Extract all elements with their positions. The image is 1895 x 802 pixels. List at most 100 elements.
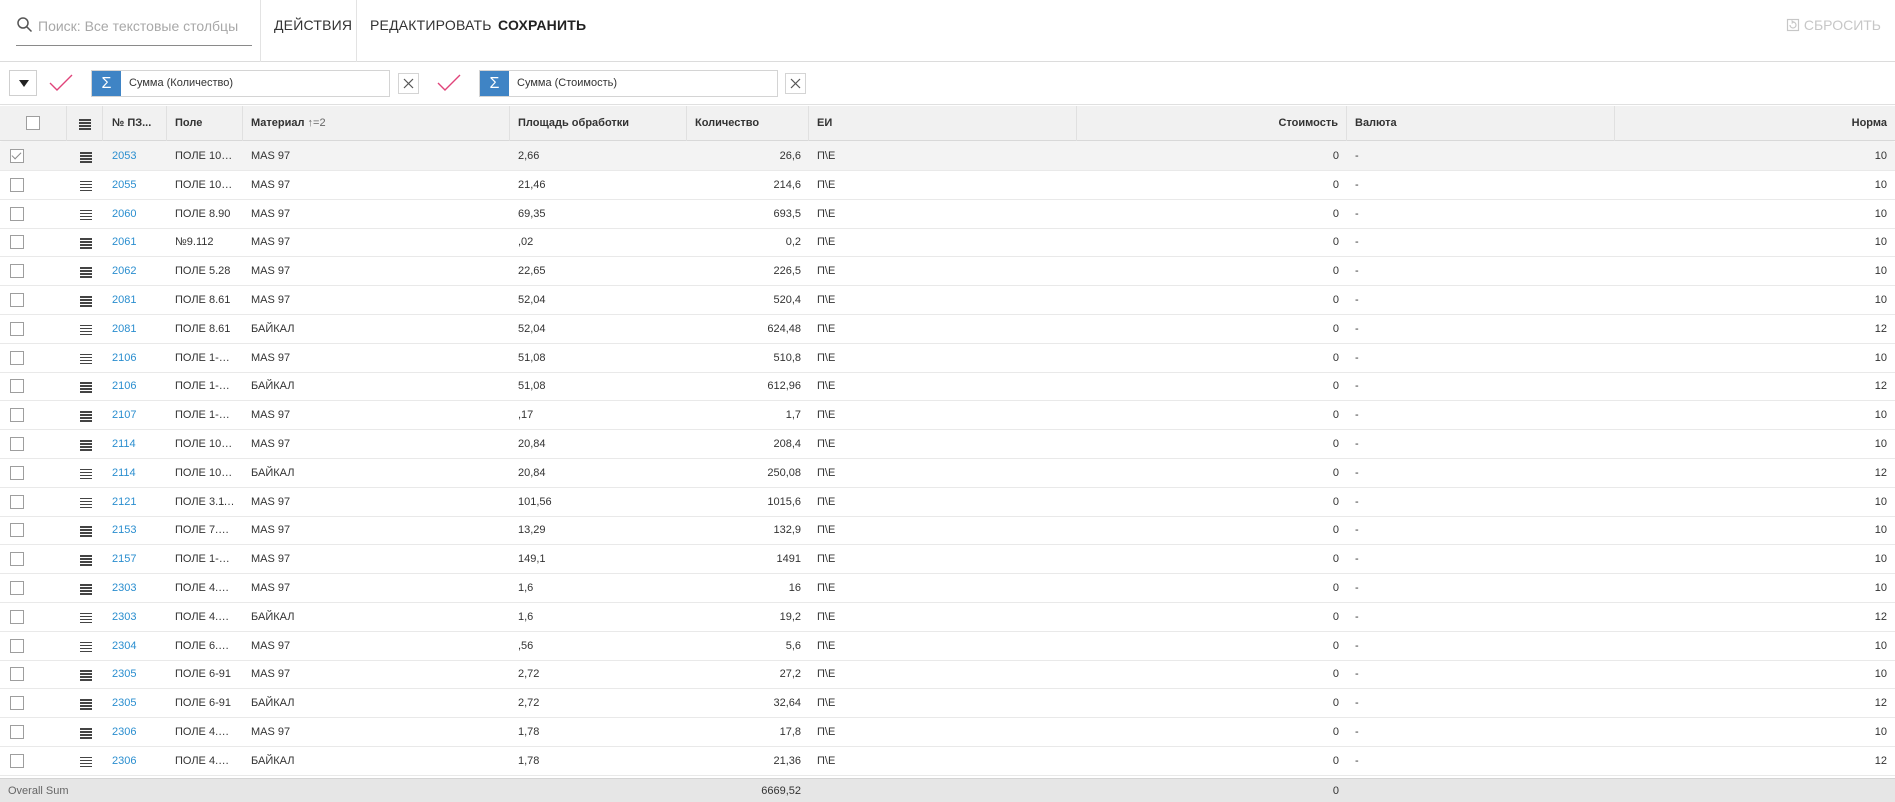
column-header-qty[interactable]: Количество bbox=[687, 106, 809, 141]
cell-num[interactable]: 2062 bbox=[104, 257, 167, 286]
row-checkbox[interactable] bbox=[10, 552, 24, 567]
row-checkbox[interactable] bbox=[10, 696, 24, 711]
column-header-cost[interactable]: Стоимость bbox=[1077, 106, 1347, 141]
table-row[interactable]: 2305 ПОЛЕ 6-91 БАЙКАЛ 2,72 32,64 П\Е 0 - 12 bbox=[0, 689, 1895, 719]
table-row[interactable]: 2062 ПОЛЕ 5.28 MAS 97 22,65 226,5 П\Е 0 - 10 bbox=[0, 257, 1895, 287]
edit-button[interactable]: РЕДАКТИРОВАТЬ bbox=[370, 17, 492, 33]
row-checkbox[interactable] bbox=[10, 408, 24, 423]
save-button[interactable]: СОХРАНИТЬ bbox=[498, 17, 586, 33]
row-menu-icon[interactable] bbox=[80, 612, 92, 624]
row-checkbox[interactable] bbox=[10, 149, 24, 163]
cell-num[interactable]: 2303 bbox=[104, 603, 167, 632]
cell-num[interactable]: 2114 bbox=[104, 430, 167, 459]
cell-num[interactable]: 2106 bbox=[104, 344, 167, 373]
table-row[interactable]: 2055 ПОЛЕ 10.2... MAS 97 21,46 214,6 П\Е 0 - 10 bbox=[0, 171, 1895, 200]
row-checkbox[interactable] bbox=[10, 379, 24, 394]
cell-num[interactable]: 2081 bbox=[104, 315, 167, 344]
row-checkbox[interactable] bbox=[10, 293, 24, 307]
row-menu-icon[interactable] bbox=[80, 382, 92, 393]
cell-num[interactable]: 2060 bbox=[104, 200, 167, 229]
reset-button[interactable]: СБРОСИТЬ bbox=[1786, 17, 1881, 33]
cell-num[interactable]: 2305 bbox=[104, 689, 167, 718]
table-row[interactable]: 2060 ПОЛЕ 8.90 MAS 97 69,35 693,5 П\Е 0 - 10 bbox=[0, 200, 1895, 229]
row-menu-icon[interactable] bbox=[80, 526, 92, 537]
checkmark-icon[interactable] bbox=[48, 72, 74, 94]
row-menu-icon[interactable] bbox=[80, 296, 92, 307]
row-checkbox[interactable] bbox=[10, 494, 24, 509]
column-header-unit[interactable]: ЕИ bbox=[809, 106, 1077, 141]
table-row[interactable]: 2304 ПОЛЕ 6.129 MAS 97 ,56 5,6 П\Е 0 - 10 bbox=[0, 632, 1895, 661]
search-input[interactable] bbox=[38, 16, 248, 36]
cell-num[interactable]: 2305 bbox=[104, 660, 167, 689]
row-menu-icon[interactable] bbox=[80, 468, 92, 480]
column-header-material[interactable]: Материал ↑=2 bbox=[243, 106, 510, 141]
row-menu-icon[interactable] bbox=[80, 670, 92, 681]
row-menu-icon[interactable] bbox=[80, 699, 92, 710]
table-row[interactable]: 2306 ПОЛЕ 4.108 MAS 97 1,78 17,8 П\Е 0 - 10 bbox=[0, 718, 1895, 747]
checkmark-icon[interactable] bbox=[436, 72, 462, 94]
aggregation-quantity[interactable]: Σ Сумма (Количество) bbox=[91, 70, 390, 97]
row-menu-icon[interactable] bbox=[80, 353, 92, 365]
cell-num[interactable]: 2055 bbox=[104, 171, 167, 200]
column-header-area[interactable]: Площадь обработки bbox=[510, 106, 687, 141]
row-menu-icon[interactable] bbox=[80, 180, 92, 192]
row-checkbox[interactable] bbox=[10, 235, 24, 250]
row-checkbox[interactable] bbox=[10, 321, 24, 336]
table-row[interactable]: 2121 ПОЛЕ 3.113 MAS 97 101,56 1015,6 П\Е 0 - 10 bbox=[0, 488, 1895, 517]
table-row[interactable]: 2306 ПОЛЕ 4.108 БАЙКАЛ 1,78 21,36 П\Е 0 - 12 bbox=[0, 747, 1895, 776]
table-row[interactable]: 2106 ПОЛЕ 1-11... БАЙКАЛ 51,08 612,96 П\Е 0 - 12 bbox=[0, 372, 1895, 402]
row-checkbox[interactable] bbox=[10, 177, 24, 192]
group-dropdown-button[interactable] bbox=[9, 70, 37, 96]
table-row[interactable]: 2107 ПОЛЕ 1-11... MAS 97 ,17 1,7 П\Е 0 - 10 bbox=[0, 401, 1895, 431]
column-header-num[interactable]: № ПЗ... bbox=[104, 106, 167, 141]
cell-num[interactable]: 2306 bbox=[104, 718, 167, 747]
table-row[interactable]: 2081 ПОЛЕ 8.61 MAS 97 52,04 520,4 П\Е 0 - 10 bbox=[0, 286, 1895, 315]
column-header-field[interactable]: Поле bbox=[167, 106, 243, 141]
cell-num[interactable]: 2303 bbox=[104, 574, 167, 603]
table-row[interactable]: 2061 №9.112 MAS 97 ,02 0,2 П\Е 0 - 10 bbox=[0, 228, 1895, 258]
row-checkbox[interactable] bbox=[10, 638, 24, 653]
cell-num[interactable]: 2107 bbox=[104, 401, 167, 430]
column-header-norm[interactable]: Норма bbox=[1615, 106, 1895, 141]
remove-aggregation-quantity-button[interactable] bbox=[398, 73, 419, 94]
row-menu-icon[interactable] bbox=[80, 324, 92, 336]
cell-num[interactable]: 2304 bbox=[104, 632, 167, 661]
table-row[interactable]: 2114 ПОЛЕ 10.25 БАЙКАЛ 20,84 250,08 П\Е 0 - 12 bbox=[0, 459, 1895, 488]
row-menu-icon[interactable] bbox=[80, 584, 92, 595]
column-header-currency[interactable]: Валюта bbox=[1347, 106, 1615, 141]
row-checkbox[interactable] bbox=[10, 523, 24, 538]
cell-num[interactable]: 2106 bbox=[104, 372, 167, 401]
table-row[interactable]: 2106 ПОЛЕ 1-11... MAS 97 51,08 510,8 П\Е 0 - 10 bbox=[0, 344, 1895, 373]
cell-num[interactable]: 2114 bbox=[104, 459, 167, 488]
search-box[interactable] bbox=[16, 12, 252, 46]
row-menu-icon[interactable] bbox=[80, 411, 92, 422]
table-row[interactable]: 2114 ПОЛЕ 10.25 MAS 97 20,84 208,4 П\Е 0 - 10 bbox=[0, 430, 1895, 459]
table-row[interactable]: 2053 ПОЛЕ 10.2... MAS 97 2,66 26,6 П\Е 0 - 10 bbox=[0, 142, 1895, 171]
cell-num[interactable]: 2121 bbox=[104, 488, 167, 517]
table-row[interactable]: 2153 ПОЛЕ 7.109 MAS 97 13,29 132,9 П\Е 0 - 10 bbox=[0, 516, 1895, 546]
row-menu-icon[interactable] bbox=[80, 440, 92, 451]
cell-num[interactable]: 2306 bbox=[104, 747, 167, 776]
cell-num[interactable]: 2157 bbox=[104, 545, 167, 574]
row-checkbox[interactable] bbox=[10, 581, 24, 595]
row-checkbox[interactable] bbox=[10, 350, 24, 365]
table-row[interactable]: 2303 ПОЛЕ 4.108 БАЙКАЛ 1,6 19,2 П\Е 0 - 12 bbox=[0, 603, 1895, 632]
table-row[interactable]: 2081 ПОЛЕ 8.61 БАЙКАЛ 52,04 624,48 П\Е 0 - 12 bbox=[0, 315, 1895, 344]
row-menu-icon[interactable] bbox=[80, 756, 92, 768]
cell-num[interactable]: 2081 bbox=[104, 286, 167, 315]
row-menu-icon[interactable] bbox=[80, 555, 92, 566]
cell-num[interactable]: 2061 bbox=[104, 228, 167, 257]
table-row[interactable]: 2305 ПОЛЕ 6-91 MAS 97 2,72 27,2 П\Е 0 - 10 bbox=[0, 660, 1895, 690]
cell-num[interactable]: 2053 bbox=[104, 142, 167, 171]
row-checkbox[interactable] bbox=[10, 725, 24, 739]
row-checkbox[interactable] bbox=[10, 264, 24, 279]
row-checkbox[interactable] bbox=[10, 667, 24, 682]
select-all-checkbox[interactable] bbox=[26, 116, 40, 130]
actions-button[interactable]: ДЕЙСТВИЯ bbox=[274, 17, 352, 33]
table-row[interactable]: 2157 ПОЛЕ 1-148 MAS 97 149,1 1491 П\Е 0 - 10 bbox=[0, 545, 1895, 575]
row-menu-icon[interactable] bbox=[80, 728, 92, 739]
table-row[interactable]: 2303 ПОЛЕ 4.108 MAS 97 1,6 16 П\Е 0 - 10 bbox=[0, 574, 1895, 603]
row-menu-icon[interactable] bbox=[80, 641, 92, 653]
row-menu-icon[interactable] bbox=[80, 267, 92, 278]
row-checkbox[interactable] bbox=[10, 206, 24, 221]
